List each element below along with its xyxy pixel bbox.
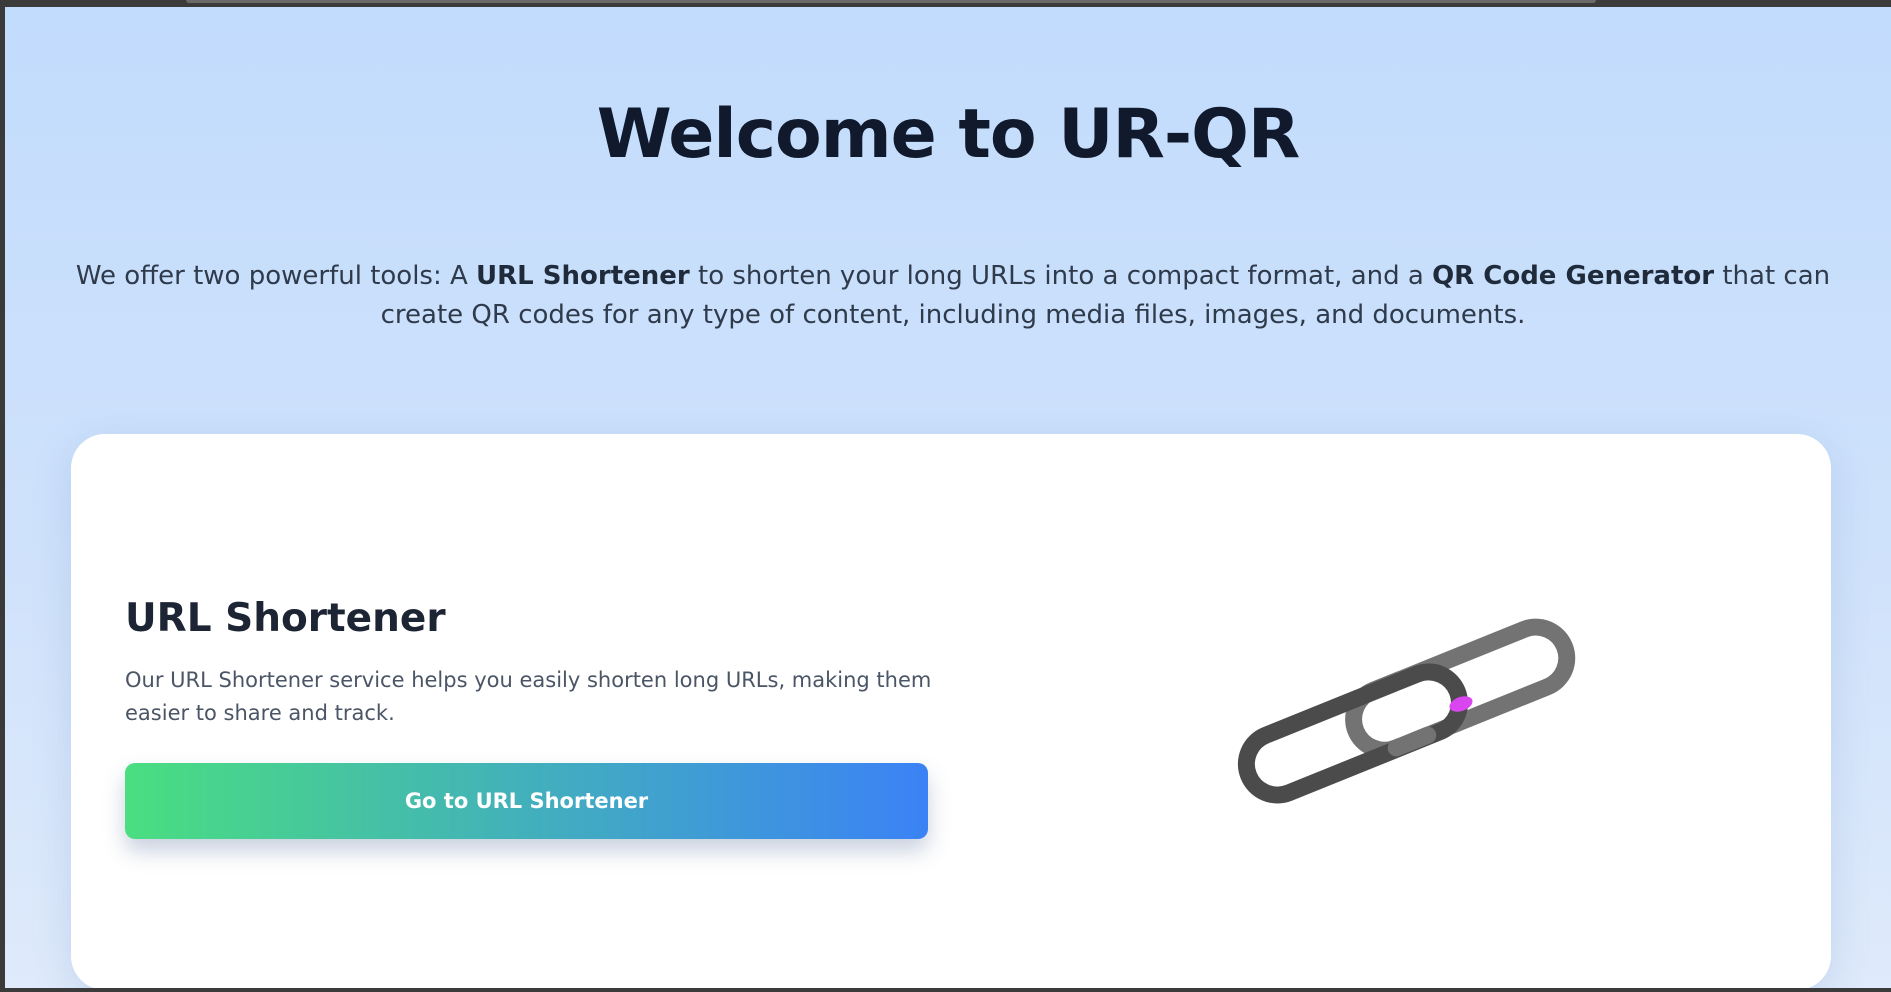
intro-text-2: to shorten your long URLs into a compact… bbox=[689, 261, 1433, 291]
browser-top-bar bbox=[0, 0, 1891, 7]
card-description: Our URL Shortener service helps you easi… bbox=[125, 668, 932, 725]
browser-tab-edge bbox=[186, 0, 1596, 3]
go-to-url-shortener-button[interactable]: Go to URL Shortener bbox=[125, 763, 928, 839]
intro-description: We offer two powerful tools: A URL Short… bbox=[75, 257, 1831, 335]
url-shortener-card: URL Shortener Our URL Shortener service … bbox=[71, 434, 1831, 988]
intro-url-shortener-highlight: URL Shortener bbox=[476, 261, 690, 291]
intro-text-1: We offer two powerful tools: A bbox=[75, 261, 477, 291]
intro-qr-generator-highlight: QR Code Generator bbox=[1432, 261, 1715, 291]
page-title: Welcome to UR-QR bbox=[596, 95, 1301, 174]
page-viewport: Welcome to UR-QR We offer two powerful t… bbox=[5, 7, 1891, 988]
chain-link-icon bbox=[1206, 609, 1606, 809]
card-title: URL Shortener bbox=[125, 596, 446, 641]
browser-bottom-bar bbox=[0, 988, 1891, 992]
